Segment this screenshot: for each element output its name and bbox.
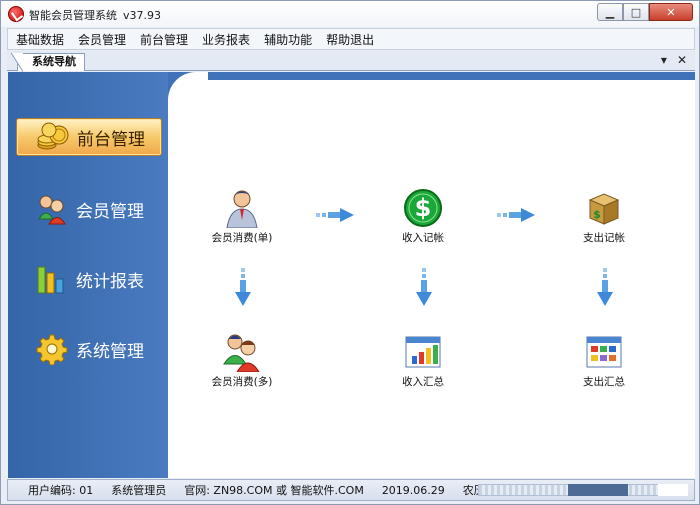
- node-label: 会员消费(多): [211, 376, 273, 388]
- sidebar-item-label: 系统管理: [76, 341, 144, 362]
- sidebar-item-statistics[interactable]: 统计报表: [16, 260, 162, 298]
- node-label: 支出记帐: [583, 232, 625, 244]
- node-member-single[interactable]: 会员消费(单): [197, 188, 287, 245]
- sidebar-item-front-desk[interactable]: 前台管理: [16, 118, 162, 156]
- arrow-down-icon: [597, 268, 613, 306]
- arrow-down-icon: [416, 268, 432, 306]
- minimize-icon: ▁: [605, 5, 615, 19]
- menu-business-reports[interactable]: 业务报表: [196, 31, 256, 48]
- window-title: 智能会员管理系统 v37.93: [29, 7, 167, 23]
- node-income-summary[interactable]: 收入汇总: [378, 332, 468, 389]
- window-controls: ▁ □ ✕: [597, 3, 693, 21]
- node-member-multi[interactable]: 会员消费(多): [197, 332, 287, 389]
- menu-front-desk[interactable]: 前台管理: [134, 31, 194, 48]
- svg-text:$: $: [415, 194, 432, 222]
- close-button[interactable]: ✕: [649, 3, 693, 21]
- app-title: 智能会员管理系统: [29, 9, 117, 22]
- app-logo-icon: [8, 6, 24, 22]
- svg-text:$: $: [593, 208, 601, 221]
- menu-utilities[interactable]: 辅助功能: [258, 31, 318, 48]
- money-box-icon: $: [584, 188, 624, 228]
- close-icon: ✕: [666, 5, 676, 19]
- panel-top-band: [208, 72, 695, 80]
- sidebar-item-system[interactable]: 系统管理: [16, 330, 162, 368]
- menu-member-management[interactable]: 会员管理: [72, 31, 132, 48]
- gear-icon: [36, 333, 68, 366]
- maximize-button[interactable]: □: [623, 3, 649, 21]
- status-website: 官网: ZN98.COM 或 智能软件.COM: [184, 484, 364, 497]
- chart-window-icon: [403, 332, 443, 372]
- status-scroller-thumb: [568, 484, 628, 496]
- menu-basic-data[interactable]: 基础数据: [10, 31, 70, 48]
- app-window: 智能会员管理系统 v37.93 ▁ □ ✕ 基础数据 会员管理 前台管理 业务报表…: [0, 0, 700, 505]
- status-scroller-end: [658, 484, 688, 496]
- sidebar-item-members[interactable]: 会员管理: [16, 190, 162, 228]
- navigation-panel: 前台管理 会员管理 统计报表 系统管理 会员消费(单) $ 收入记帐 $ 支出记…: [8, 72, 695, 478]
- status-user-code: 用户编码: 01: [28, 484, 94, 497]
- tab-close-icon[interactable]: ✕: [677, 53, 687, 67]
- sidebar-item-label: 前台管理: [77, 129, 145, 150]
- node-expense-summary[interactable]: 支出汇总: [559, 332, 649, 389]
- minimize-button[interactable]: ▁: [597, 3, 623, 21]
- arrow-right-icon: [497, 208, 535, 222]
- tab-system-navigation[interactable]: 系统导航: [11, 53, 85, 72]
- node-label: 收入汇总: [402, 376, 444, 388]
- tab-controls: ▾ ✕: [661, 53, 687, 67]
- app-version: v37.93: [123, 9, 162, 22]
- tab-strip: 系统导航 ▾ ✕: [7, 51, 695, 72]
- arrow-down-icon: [235, 268, 251, 306]
- node-label: 收入记帐: [402, 232, 444, 244]
- status-date: 2019.06.29: [381, 483, 445, 497]
- arrow-right-icon: [316, 208, 354, 222]
- title-bar[interactable]: 智能会员管理系统 v37.93 ▁ □ ✕: [1, 1, 699, 27]
- table-window-icon: [584, 332, 624, 372]
- menu-bar: 基础数据 会员管理 前台管理 业务报表 辅助功能 帮助退出: [7, 28, 695, 50]
- bar-chart-icon: [36, 263, 68, 295]
- members-icon: [36, 193, 68, 225]
- sidebar-item-label: 会员管理: [76, 201, 144, 222]
- node-label: 会员消费(单): [211, 232, 273, 244]
- person-icon: [222, 188, 262, 229]
- node-income-record[interactable]: $ 收入记帐: [378, 188, 468, 245]
- status-user-name: 系统管理员: [111, 484, 167, 497]
- status-bar: 用户编码: 01 系统管理员 官网: ZN98.COM 或 智能软件.COM 2…: [7, 479, 695, 501]
- members-icon: [222, 332, 262, 373]
- tab-dropdown-icon[interactable]: ▾: [661, 53, 667, 67]
- node-expense-record[interactable]: $ 支出记帐: [559, 188, 649, 245]
- node-label: 支出汇总: [583, 376, 625, 388]
- maximize-icon: □: [630, 5, 642, 19]
- dollar-icon: $: [403, 188, 443, 228]
- coins-icon: [37, 121, 69, 153]
- sidebar-item-label: 统计报表: [76, 271, 144, 292]
- menu-help-exit[interactable]: 帮助退出: [320, 31, 380, 48]
- sidebar: 前台管理 会员管理 统计报表 系统管理: [8, 72, 168, 478]
